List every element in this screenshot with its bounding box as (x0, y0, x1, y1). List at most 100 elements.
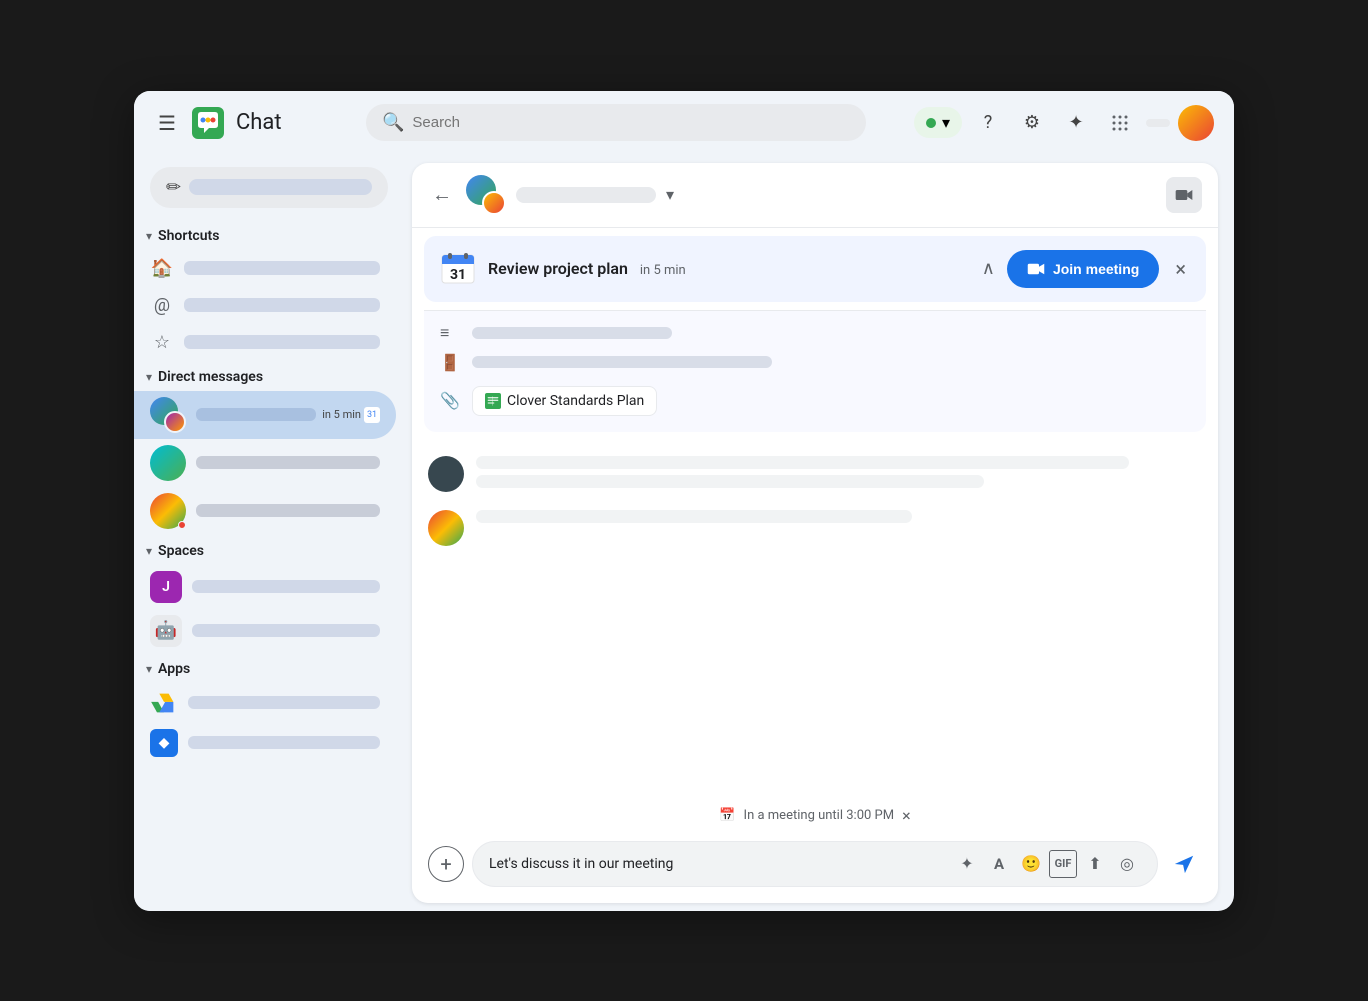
back-button[interactable]: ← (428, 178, 456, 211)
msg-avatar-2 (428, 510, 464, 546)
join-meeting-label: Join meeting (1053, 261, 1139, 277)
ai-input-button[interactable]: ✦ (953, 850, 981, 878)
message-input[interactable] (489, 856, 945, 872)
settings-button[interactable]: ⚙ (1014, 105, 1050, 141)
ai-button[interactable]: ✦ (1058, 105, 1094, 141)
spaces-chevron: ▾ (146, 544, 152, 558)
mentions-icon: @ (150, 295, 174, 316)
apps-grid-icon (1111, 114, 1129, 132)
attachment-filename: Clover Standards Plan (507, 393, 644, 409)
send-button[interactable] (1166, 846, 1202, 882)
dm-chevron: ▾ (146, 370, 152, 384)
lines-icon: ≡ (440, 323, 460, 343)
space-item-robot[interactable]: 🤖 (134, 609, 396, 653)
chat-messages (412, 440, 1218, 798)
topbar-right: ▾ ? ⚙ ✦ (914, 105, 1214, 141)
join-meeting-button[interactable]: Join meeting (1007, 250, 1159, 288)
more-input-button[interactable]: ◎ (1113, 850, 1141, 878)
msg-avatar-1 (428, 456, 464, 492)
topbar-left: ☰ Chat (154, 105, 354, 141)
calendar-icon-lg: 31 (440, 251, 476, 287)
status-dot (926, 118, 936, 128)
app-icon-diamond: ◆ (150, 729, 178, 757)
app-item-drive[interactable] (134, 683, 396, 723)
door-icon: 🚪 (440, 353, 460, 372)
status-close-button[interactable]: × (902, 806, 911, 825)
input-row: + ✦ A 🙂 GIF ⬆ ◎ (428, 841, 1202, 887)
shortcuts-home-item[interactable]: 🏠 (134, 250, 396, 287)
space-item-j[interactable]: J (134, 565, 396, 609)
dm-meeting-badge: in 5 min 31 (322, 407, 380, 423)
shortcuts-section-header[interactable]: ▾ Shortcuts (134, 220, 404, 250)
msg-text-2a (476, 510, 912, 523)
dm-label-area-1: in 5 min 31 (196, 407, 380, 423)
help-button[interactable]: ? (970, 105, 1006, 141)
status-pill[interactable]: ▾ (914, 107, 962, 138)
apps-grid-button[interactable] (1102, 105, 1138, 141)
apps-section-header[interactable]: ▾ Apps (134, 653, 404, 683)
new-chat-icon: ✏ (166, 177, 181, 198)
detail-row-1: ≡ (440, 323, 1190, 343)
dm-avatar-secondary-1 (164, 411, 186, 433)
dm-avatar-3 (150, 493, 186, 529)
video-call-button[interactable] (1166, 177, 1202, 213)
meeting-details: ≡ 🚪 📎 (424, 310, 1206, 432)
user-avatar[interactable] (1178, 105, 1214, 141)
dm-item-active[interactable]: in 5 min 31 (134, 391, 396, 439)
meeting-title: Review project plan (488, 259, 628, 278)
app-window: ☰ Chat 🔍 ▾ ? (134, 91, 1234, 911)
input-toolbar: ✦ A 🙂 GIF ⬆ ◎ (953, 850, 1141, 878)
msg-content-2 (476, 510, 1202, 529)
dm-label-bar-1 (196, 408, 316, 421)
new-chat-label (189, 179, 372, 195)
expand-meeting-button[interactable]: ∧ (982, 258, 995, 279)
home-icon: 🏠 (150, 258, 174, 279)
app-label-diamond (188, 736, 380, 749)
dm-item-3[interactable] (134, 487, 396, 535)
search-input[interactable] (412, 114, 850, 131)
msg-content-1 (476, 456, 1202, 494)
dm-avatar-group-1 (150, 397, 186, 433)
header-dropdown-button[interactable]: ▾ (666, 185, 674, 204)
format-text-button[interactable]: A (985, 850, 1013, 878)
shortcuts-starred-item[interactable]: ☆ (134, 324, 396, 361)
chat-header: ← ▾ (412, 163, 1218, 228)
meeting-time: in 5 min (640, 263, 686, 278)
video-icon (1174, 185, 1194, 205)
app-item-diamond[interactable]: ◆ (134, 723, 396, 763)
dm-item-2[interactable] (134, 439, 396, 487)
spaces-section-header[interactable]: ▾ Spaces (134, 535, 404, 565)
meeting-status-icon: 📅 (719, 808, 735, 823)
emoji-button[interactable]: 🙂 (1017, 850, 1045, 878)
close-banner-button[interactable]: × (1171, 253, 1190, 285)
user-menu[interactable] (1146, 105, 1214, 141)
starred-icon: ☆ (150, 332, 174, 353)
shortcuts-mentions-item[interactable]: @ (134, 287, 396, 324)
attachment-row: 📎 Clover Standards Plan (440, 382, 1190, 420)
calendar-badge: 31 (364, 407, 380, 423)
add-content-button[interactable]: + (428, 846, 464, 882)
attachment-chip[interactable]: Clover Standards Plan (472, 386, 657, 416)
space-label-robot (192, 624, 380, 637)
drive-icon (150, 689, 178, 717)
main-area: ✏ ▾ Shortcuts 🏠 @ ☆ ▾ (134, 155, 1234, 911)
menu-button[interactable]: ☰ (154, 107, 180, 139)
dm-section-header[interactable]: ▾ Direct messages (134, 361, 404, 391)
upload-button[interactable]: ⬆ (1081, 850, 1109, 878)
message-row-2 (428, 510, 1202, 546)
chat-logo (190, 105, 226, 141)
user-name-pill (1146, 119, 1170, 127)
dm-title: Direct messages (158, 369, 263, 385)
apps-title: Apps (158, 661, 190, 677)
msg-text-1a (476, 456, 1129, 469)
new-chat-button[interactable]: ✏ (150, 167, 388, 208)
chat-area: ← ▾ (412, 163, 1218, 903)
search-bar[interactable]: 🔍 (366, 104, 866, 141)
header-avatar-secondary (482, 191, 506, 215)
status-bar: 📅 In a meeting until 3:00 PM × (412, 798, 1218, 833)
topbar: ☰ Chat 🔍 ▾ ? (134, 91, 1234, 155)
video-icon-btn (1027, 260, 1045, 278)
gif-button[interactable]: GIF (1049, 850, 1077, 878)
message-input-container[interactable]: ✦ A 🙂 GIF ⬆ ◎ (472, 841, 1158, 887)
notification-dot (178, 521, 186, 529)
